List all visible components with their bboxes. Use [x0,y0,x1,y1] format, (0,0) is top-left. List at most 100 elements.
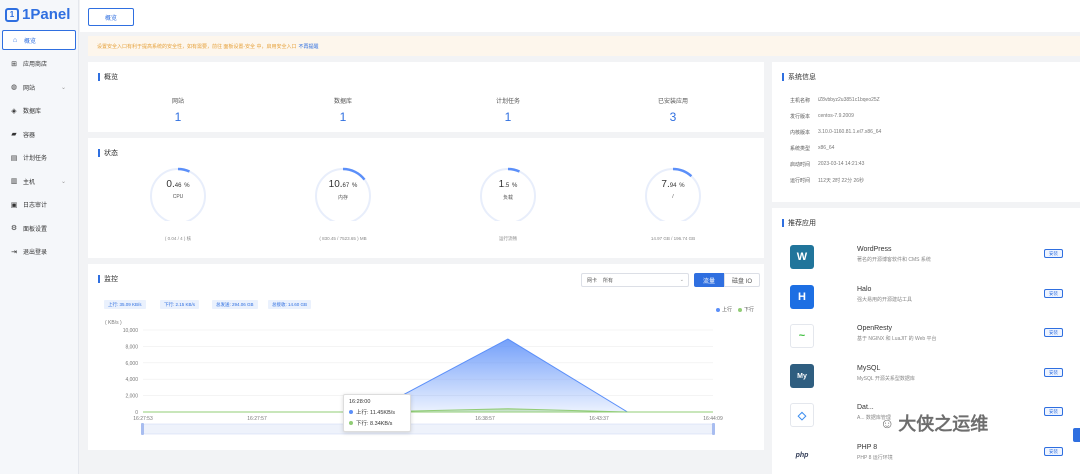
nic-select[interactable]: 网卡 所有 ⌄ [581,273,689,287]
gauge-load: 1.5 % 负载 运行流畅 [478,161,538,243]
alert-dismiss-link[interactable]: 不再提醒 [298,43,318,50]
topbar: 概览 [80,0,1080,32]
sidebar-item-label: 概览 [24,38,37,45]
sidebar-item-container[interactable]: ▰ 容器 [2,124,76,144]
traffic-chart[interactable]: ( KB/s )10,0008,0006,0004,0002,000016:27… [88,264,764,450]
tab-overview[interactable]: 概览 [88,8,134,26]
nic-select-label: 网卡 [587,277,598,284]
zoom-handle-right [712,423,715,435]
install-button[interactable]: 安装 [1044,407,1063,416]
halo-icon: H [790,285,814,309]
sidebar-item-label: 网站 [23,85,36,92]
side-float-button[interactable] [1073,428,1080,442]
gauge-disk: 7.94 % / 14.97 GB / 196.74 GB [643,161,703,243]
net-tag-down: 下行: 2.15 KB/s [160,300,200,309]
gauge-sub: ( 830.45 / 7523.65 ) MB [319,236,367,241]
y-tick-label: 4,000 [125,377,138,383]
stat-databases[interactable]: 数据库 1 [303,96,383,124]
sys-val: 2023-03-14 14:21:43 [818,161,865,167]
install-button[interactable]: 安装 [1044,249,1063,258]
sys-row-arch: 系统类型 x86_64 [790,145,834,152]
sidebar-item-host[interactable]: ▥ 主机 ⌄ [2,171,76,191]
stat-value: 3 [669,110,677,124]
app-desc: 基于 NGINX 和 LuaJIT 的 Web 平台 [857,336,937,342]
stat-value: 1 [339,110,347,124]
app-glyph: php [795,451,809,459]
sys-row-release: 发行版本 centos-7.9.2009 [790,113,854,120]
mysql-icon: My [790,364,814,388]
stat-label: 已安装应用 [657,99,688,105]
sidebar-item-settings[interactable]: ⚙ 面板设置 [2,218,76,238]
sidebar-item-label: 容器 [23,132,36,139]
status-title: 状态 [98,148,118,158]
sys-row-hostname: 主机名称 iZ8vbbyz2u3851c1bqeo25Z [790,97,880,104]
gauge-decimal: 94 [669,183,677,189]
disk-io-button[interactable]: 磁盘 IO [724,273,760,287]
logo-text: 1Panel [22,6,71,23]
php-icon: php [790,443,814,467]
y-tick-label: 8,000 [125,344,138,350]
app-glyph: W [796,251,808,263]
openresty-icon: ~ [790,324,814,348]
logo-icon: 1 [5,7,19,22]
chevron-down-icon: ⌄ [60,178,66,185]
series-up-line [143,338,713,413]
app-name: OpenResty [857,325,893,332]
calendar-icon: ▤ [10,154,18,162]
sys-key: 启动时间 [790,162,811,168]
alert-text: 设置安全入口有利于提高系统的安全性，如有需要，前往 面板设置-安全 中，启用安全… [97,43,297,50]
install-button[interactable]: 安装 [1044,328,1063,337]
tooltip-down: 下行: 8.34KB/s [356,421,393,427]
database-icon: ◈ [11,107,17,115]
app-item-openresty: ~ OpenResty 基于 NGINX 和 LuaJIT 的 Web 平台 安… [790,324,1063,354]
sys-row-boottime: 启动时间 2023-03-14 14:21:43 [790,161,864,168]
gauge-label: 内存 [337,195,348,201]
app-item-mysql: My MySQL MySQL 开源关系型数据库 安装 [790,364,1063,394]
gauge-decimal: 67 [342,183,350,189]
gauge-value: 10.67 % [313,179,373,190]
stat-cron[interactable]: 计划任务 1 [468,96,548,124]
legend-down[interactable]: 下行 [738,306,754,313]
sys-val: iZ8vbbyz2u3851c1bqeo25Z [818,97,880,103]
sys-key: 发行版本 [790,114,811,120]
sidebar-item-overview[interactable]: ⌂ 概览 [2,30,76,50]
sidebar-item-cron[interactable]: ▤ 计划任务 [2,148,76,168]
sidebar-item-logs[interactable]: ▣ 日志审计 [2,195,76,215]
y-tick-label: 6,000 [125,361,138,367]
chevron-down-icon: ⌄ [60,84,66,91]
app-name: Halo [857,286,872,293]
sidebar-item-database[interactable]: ◈ 数据库 [2,101,76,121]
gauge-value: 1.5 % [478,179,538,190]
sidebar: 1 1Panel ⌂ 概览 ⊞ 应用商店 ◍ 网站 ⌄ ◈ 数据库 ▰ 容器 ▤ 计划任务 ▥… [0,0,79,474]
stat-websites[interactable]: 网站 1 [138,96,218,124]
sidebar-item-website[interactable]: ◍ 网站 ⌄ [2,77,76,97]
x-tick-label: 16:38:57 [475,416,495,422]
sys-row-uptime: 运行时间 112天 2时 22分 26秒 [790,177,864,184]
monitor-card: 监控 网卡 所有 ⌄ 流量 磁盘 IO 上行: 35.09 KB/s 下行: 2.1… [88,264,764,450]
stat-label: 数据库 [333,99,352,105]
tooltip-row-down: 下行: 8.34KB/s [349,419,405,427]
gauge-int: 10. [328,179,343,190]
app-item-halo: H Halo 强大易用的开源建站工具 安装 [790,285,1063,315]
app-item-php8: php PHP 8 PHP 8 运行环境 安装 [790,443,1063,473]
install-button[interactable]: 安装 [1044,289,1063,298]
sidebar-item-label: 日志审计 [23,203,48,209]
grid-icon: ⊞ [11,60,17,68]
sidebar-item-appstore[interactable]: ⊞ 应用商店 [2,54,76,74]
traffic-button[interactable]: 流量 [694,273,724,287]
install-button[interactable]: 安装 [1044,447,1063,456]
app-desc: MySQL 开源关系型数据库 [857,376,915,382]
logo[interactable]: 1 1Panel [5,6,70,23]
app-glyph: H [798,291,806,303]
legend-up[interactable]: 上行 [716,306,732,313]
stat-value: 1 [174,110,182,124]
app-name: PHP 8 [857,444,878,451]
gauge-unit: % [184,183,190,189]
tooltip-up: 上行: 11.45KB/s [356,410,396,416]
home-icon: ⌂ [12,36,18,44]
tooltip-row-up: 上行: 11.45KB/s [349,408,405,416]
sidebar-item-logout[interactable]: ⇥ 退出登录 [2,242,76,262]
gauge-ring [480,167,536,221]
install-button[interactable]: 安装 [1044,368,1063,377]
stat-apps[interactable]: 已安装应用 3 [633,96,713,124]
